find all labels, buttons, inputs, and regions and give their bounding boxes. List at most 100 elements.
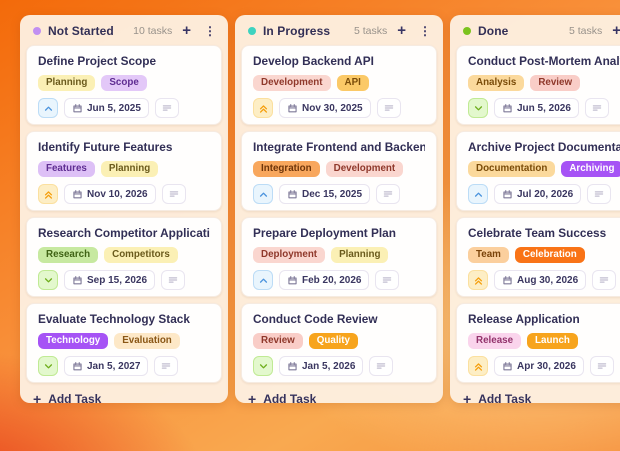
priority-button[interactable] bbox=[253, 270, 273, 290]
tag-row: Research Competitors bbox=[38, 247, 210, 263]
due-date-label: Feb 20, 2026 bbox=[302, 275, 361, 286]
tag-chip[interactable]: Planning bbox=[38, 75, 95, 91]
due-date-label: Nov 10, 2026 bbox=[87, 189, 148, 200]
chevrons-up-icon bbox=[472, 274, 485, 287]
notes-icon bbox=[168, 188, 180, 200]
column-menu-button[interactable]: ⋮ bbox=[416, 25, 434, 37]
tag-chip[interactable]: Scope bbox=[101, 75, 146, 91]
column-title: In Progress bbox=[263, 24, 330, 38]
tag-chip[interactable]: Documentation bbox=[468, 161, 555, 177]
task-card[interactable]: Develop Backend APIDevelopmentAPINov 30,… bbox=[241, 45, 437, 125]
task-card[interactable]: Prepare Deployment PlanDeploymentPlannin… bbox=[241, 217, 437, 297]
notes-icon bbox=[382, 188, 394, 200]
tag-chip[interactable]: Competitors bbox=[104, 247, 178, 263]
task-card[interactable]: Define Project Scope Planning Scope Jun 5, … bbox=[26, 45, 222, 125]
due-date-label: Sep 15, 2026 bbox=[87, 275, 147, 286]
add-card-button[interactable]: + bbox=[394, 23, 409, 38]
tag-chip[interactable]: API bbox=[337, 75, 369, 91]
tag-chip[interactable]: Research bbox=[38, 247, 98, 263]
task-card[interactable]: Conduct Post-Mortem AnalysisAnalysisRevi… bbox=[456, 45, 620, 125]
notes-button[interactable] bbox=[377, 98, 401, 118]
priority-button[interactable] bbox=[253, 356, 273, 376]
notes-button[interactable] bbox=[592, 270, 616, 290]
tag-chip[interactable]: Evaluation bbox=[114, 333, 180, 349]
task-card[interactable]: Identify Future FeaturesFeaturesPlanning… bbox=[26, 131, 222, 211]
chevrons-up-icon bbox=[42, 188, 55, 201]
notes-button[interactable] bbox=[375, 270, 399, 290]
due-date-chip[interactable]: Feb 20, 2026 bbox=[279, 270, 369, 290]
due-date-chip[interactable]: Jun 5, 2026 bbox=[494, 98, 579, 118]
tag-chip[interactable]: Archiving bbox=[561, 161, 620, 177]
tag-chip[interactable]: Review bbox=[253, 333, 303, 349]
tag-chip[interactable]: Features bbox=[38, 161, 95, 177]
priority-button[interactable] bbox=[38, 270, 58, 290]
notes-button[interactable] bbox=[376, 184, 400, 204]
due-date-chip[interactable]: Dec 15, 2025 bbox=[279, 184, 370, 204]
tag-chip[interactable]: Analysis bbox=[468, 75, 524, 91]
task-card[interactable]: Celebrate Team SuccessTeamCelebrationAug… bbox=[456, 217, 620, 297]
tag-chip[interactable]: Review bbox=[530, 75, 580, 91]
notes-button[interactable] bbox=[162, 184, 186, 204]
notes-button[interactable] bbox=[161, 270, 185, 290]
tag-chip[interactable]: Launch bbox=[527, 333, 578, 349]
tag-chip[interactable]: Development bbox=[253, 75, 331, 91]
tag-chip[interactable]: Quality bbox=[309, 333, 358, 349]
due-date-label: Jun 5, 2025 bbox=[87, 103, 141, 114]
column-menu-button[interactable]: ⋮ bbox=[201, 25, 219, 37]
notes-button[interactable] bbox=[585, 98, 609, 118]
notes-button[interactable] bbox=[587, 184, 611, 204]
add-task-button[interactable]: +Add Task bbox=[235, 383, 443, 403]
priority-button[interactable] bbox=[468, 184, 488, 204]
column-title: Not Started bbox=[48, 24, 114, 38]
task-card[interactable]: Release ApplicationReleaseLaunchApr 30, … bbox=[456, 303, 620, 383]
priority-button[interactable] bbox=[468, 270, 488, 290]
due-date-chip[interactable]: Jun 5, 2025 bbox=[64, 98, 149, 118]
column-task-count: 5 tasks bbox=[354, 25, 387, 37]
due-date-chip[interactable]: Jul 20, 2026 bbox=[494, 184, 581, 204]
task-card[interactable]: Integrate Frontend and BackendIntegratio… bbox=[241, 131, 437, 211]
priority-button[interactable] bbox=[38, 356, 58, 376]
priority-button[interactable] bbox=[468, 356, 488, 376]
notes-button[interactable] bbox=[590, 356, 614, 376]
add-card-button[interactable]: + bbox=[609, 23, 620, 38]
notes-button[interactable] bbox=[369, 356, 393, 376]
due-date-chip[interactable]: Jan 5, 2026 bbox=[279, 356, 363, 376]
add-card-button[interactable]: + bbox=[179, 23, 194, 38]
chevron-up-icon bbox=[42, 102, 55, 115]
tag-row: Review Quality bbox=[253, 333, 425, 349]
notes-button[interactable] bbox=[155, 98, 179, 118]
tag-chip[interactable]: Deployment bbox=[253, 247, 325, 263]
tag-chip[interactable]: Team bbox=[468, 247, 509, 263]
due-date-chip[interactable]: Apr 30, 2026 bbox=[494, 356, 584, 376]
tag-chip[interactable]: Celebration bbox=[515, 247, 585, 263]
tag-chip[interactable]: Integration bbox=[253, 161, 320, 177]
priority-button[interactable] bbox=[38, 184, 58, 204]
due-date-chip[interactable]: Jan 5, 2027 bbox=[64, 356, 148, 376]
due-date-chip[interactable]: Sep 15, 2026 bbox=[64, 270, 155, 290]
task-card[interactable]: Research Competitor ApplicationsResearch… bbox=[26, 217, 222, 297]
tag-chip[interactable]: Release bbox=[468, 333, 521, 349]
calendar-icon bbox=[72, 275, 83, 286]
task-card[interactable]: Evaluate Technology StackTechnologyEvalu… bbox=[26, 303, 222, 383]
priority-button[interactable] bbox=[38, 98, 58, 118]
notes-icon bbox=[598, 274, 610, 286]
task-card[interactable]: Conduct Code ReviewReviewQualityJan 5, 2… bbox=[241, 303, 437, 383]
tag-chip[interactable]: Technology bbox=[38, 333, 108, 349]
notes-button[interactable] bbox=[154, 356, 178, 376]
task-card[interactable]: Archive Project DocumentationDocumentati… bbox=[456, 131, 620, 211]
priority-button[interactable] bbox=[468, 98, 488, 118]
tag-chip[interactable]: Development bbox=[326, 161, 404, 177]
task-title: Define Project Scope bbox=[38, 54, 210, 68]
add-task-button[interactable]: +Add Task bbox=[20, 383, 228, 403]
tag-chip[interactable]: Planning bbox=[331, 247, 388, 263]
priority-button[interactable] bbox=[253, 98, 273, 118]
chevron-down-icon bbox=[472, 102, 485, 115]
tag-chip[interactable]: Planning bbox=[101, 161, 158, 177]
due-date-chip[interactable]: Nov 10, 2026 bbox=[64, 184, 156, 204]
priority-button[interactable] bbox=[253, 184, 273, 204]
due-date-chip[interactable]: Aug 30, 2026 bbox=[494, 270, 586, 290]
notes-icon bbox=[375, 360, 387, 372]
calendar-icon bbox=[502, 275, 513, 286]
due-date-chip[interactable]: Nov 30, 2025 bbox=[279, 98, 371, 118]
add-task-button[interactable]: +Add Task bbox=[450, 383, 620, 403]
